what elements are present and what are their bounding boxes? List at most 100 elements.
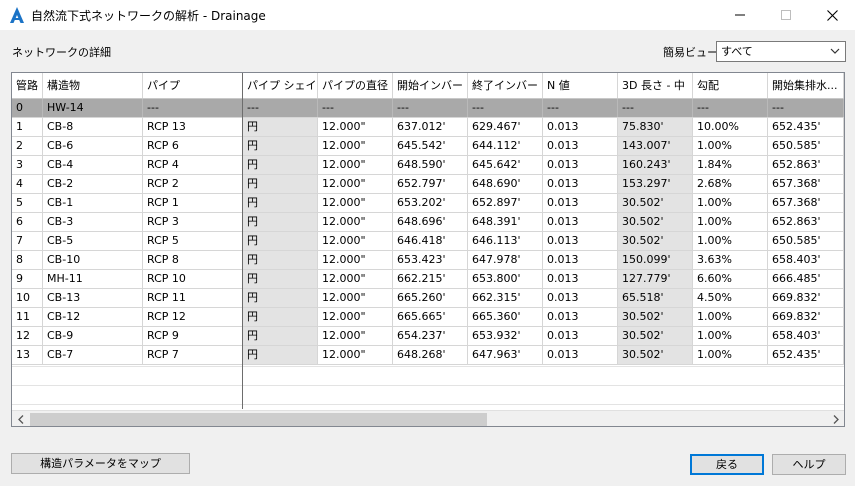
table-cell[interactable]: 647.963' <box>468 346 543 364</box>
view-select[interactable]: すべて <box>716 41 846 62</box>
table-cell[interactable]: 12.000" <box>318 137 393 155</box>
table-cell[interactable]: CB-8 <box>43 118 143 136</box>
scroll-thumb[interactable] <box>30 413 487 426</box>
table-cell[interactable]: 円 <box>243 194 318 212</box>
table-cell[interactable]: RCP 4 <box>143 156 243 174</box>
table-cell[interactable]: 65.518' <box>618 289 693 307</box>
table-cell[interactable]: CB-5 <box>43 232 143 250</box>
horizontal-scrollbar[interactable] <box>12 410 844 426</box>
table-cell[interactable]: RCP 11 <box>143 289 243 307</box>
table-cell[interactable]: 0.013 <box>543 156 618 174</box>
table-cell[interactable]: 0.013 <box>543 194 618 212</box>
table-cell[interactable]: 4.50% <box>693 289 768 307</box>
table-cell[interactable]: 644.112' <box>468 137 543 155</box>
table-row[interactable]: 3 CB-4 RCP 4 円 12.000" 648.590' 645.642' 0.013 1… <box>12 156 844 175</box>
table-cell[interactable]: 650.585' <box>768 232 844 250</box>
table-cell[interactable]: 657.368' <box>768 175 844 193</box>
table-row[interactable]: 11 CB-12 RCP 12 円 12.000" 665.665' 665.360' 0.0… <box>12 308 844 327</box>
table-row[interactable]: 13 CB-7 RCP 7 円 12.000" 648.268' 647.963' 0.013… <box>12 346 844 365</box>
column-header[interactable]: 終了インバー <box>468 73 543 98</box>
close-button[interactable] <box>809 0 855 30</box>
table-cell[interactable]: 12.000" <box>318 232 393 250</box>
table-cell[interactable]: 12.000" <box>318 289 393 307</box>
column-header[interactable]: パイプ <box>143 73 243 98</box>
table-cell[interactable]: RCP 13 <box>143 118 243 136</box>
table-cell[interactable]: 1.00% <box>693 137 768 155</box>
column-header[interactable]: N 値 <box>543 73 618 98</box>
table-cell[interactable]: 648.696' <box>393 213 468 231</box>
table-cell[interactable]: --- <box>543 99 618 117</box>
table-row[interactable]: 2 CB-6 RCP 6 円 12.000" 645.542' 644.112' 0.013 1… <box>12 137 844 156</box>
table-cell[interactable]: 669.832' <box>768 308 844 326</box>
table-cell[interactable]: 11 <box>12 308 43 326</box>
table-cell[interactable]: 1 <box>12 118 43 136</box>
table-cell[interactable]: 0.013 <box>543 175 618 193</box>
table-cell[interactable]: 648.690' <box>468 175 543 193</box>
table-cell[interactable]: 円 <box>243 346 318 364</box>
table-cell[interactable]: 645.642' <box>468 156 543 174</box>
table-cell[interactable]: HW-14 <box>43 99 143 117</box>
table-cell[interactable]: 円 <box>243 175 318 193</box>
table-cell[interactable]: RCP 1 <box>143 194 243 212</box>
table-cell[interactable]: 629.467' <box>468 118 543 136</box>
table-cell[interactable]: 0.013 <box>543 327 618 345</box>
table-cell[interactable]: 648.391' <box>468 213 543 231</box>
table-cell[interactable]: 0.013 <box>543 213 618 231</box>
table-cell[interactable]: 646.113' <box>468 232 543 250</box>
table-cell[interactable]: MH-11 <box>43 270 143 288</box>
table-cell[interactable]: CB-6 <box>43 137 143 155</box>
table-cell[interactable]: 円 <box>243 270 318 288</box>
table-cell[interactable]: 30.502' <box>618 327 693 345</box>
table-cell[interactable]: 662.215' <box>393 270 468 288</box>
table-cell[interactable]: 円 <box>243 308 318 326</box>
table-cell[interactable]: --- <box>693 99 768 117</box>
table-cell[interactable]: 0 <box>12 99 43 117</box>
table-cell[interactable]: RCP 8 <box>143 251 243 269</box>
table-row[interactable]: 12 CB-9 RCP 9 円 12.000" 654.237' 653.932' 0.013… <box>12 327 844 346</box>
table-cell[interactable]: 0.013 <box>543 118 618 136</box>
table-cell[interactable]: RCP 3 <box>143 213 243 231</box>
table-cell[interactable]: 13 <box>12 346 43 364</box>
table-cell[interactable]: 646.418' <box>393 232 468 250</box>
table-cell[interactable]: 652.435' <box>768 118 844 136</box>
table-cell[interactable]: 30.502' <box>618 308 693 326</box>
table-cell[interactable]: --- <box>468 99 543 117</box>
table-cell[interactable]: 1.00% <box>693 213 768 231</box>
table-cell[interactable]: 円 <box>243 156 318 174</box>
table-cell[interactable]: 1.84% <box>693 156 768 174</box>
table-cell[interactable]: 652.897' <box>468 194 543 212</box>
table-cell[interactable]: 153.297' <box>618 175 693 193</box>
table-cell[interactable]: 0.013 <box>543 232 618 250</box>
table-cell[interactable]: 658.403' <box>768 251 844 269</box>
table-cell[interactable]: 円 <box>243 232 318 250</box>
scroll-right-button[interactable] <box>827 411 844 426</box>
table-cell[interactable]: CB-2 <box>43 175 143 193</box>
table-cell[interactable]: 2.68% <box>693 175 768 193</box>
table-cell[interactable]: 653.932' <box>468 327 543 345</box>
table-cell[interactable]: 650.585' <box>768 137 844 155</box>
column-header[interactable]: 勾配 <box>693 73 768 98</box>
table-row[interactable]: 0 HW-14 --- --- --- --- --- --- --- --- --- <box>12 99 844 118</box>
table-cell[interactable]: 1.00% <box>693 232 768 250</box>
table-cell[interactable]: 円 <box>243 327 318 345</box>
table-cell[interactable]: 12.000" <box>318 194 393 212</box>
table-cell[interactable]: 0.013 <box>543 270 618 288</box>
table-cell[interactable]: 1.00% <box>693 346 768 364</box>
scroll-left-button[interactable] <box>12 411 29 426</box>
table-cell[interactable]: 652.797' <box>393 175 468 193</box>
table-cell[interactable]: 662.315' <box>468 289 543 307</box>
table-cell[interactable]: 0.013 <box>543 346 618 364</box>
table-cell[interactable]: 9 <box>12 270 43 288</box>
table-row[interactable]: 10 CB-13 RCP 11 円 12.000" 665.260' 662.315' 0.0… <box>12 289 844 308</box>
table-cell[interactable]: 12.000" <box>318 327 393 345</box>
table-cell[interactable]: 665.360' <box>468 308 543 326</box>
table-cell[interactable]: 0.013 <box>543 251 618 269</box>
table-cell[interactable]: 円 <box>243 137 318 155</box>
table-cell[interactable]: 12.000" <box>318 251 393 269</box>
table-cell[interactable]: 12.000" <box>318 270 393 288</box>
table-cell[interactable]: 669.832' <box>768 289 844 307</box>
table-cell[interactable]: 12.000" <box>318 156 393 174</box>
table-cell[interactable]: 0.013 <box>543 137 618 155</box>
table-row[interactable]: 8 CB-10 RCP 8 円 12.000" 653.423' 647.978' 0.013… <box>12 251 844 270</box>
table-cell[interactable]: 12.000" <box>318 213 393 231</box>
